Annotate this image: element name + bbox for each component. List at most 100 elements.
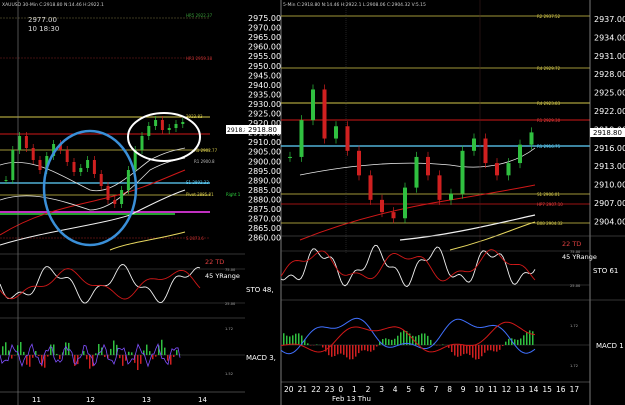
macd-bar bbox=[89, 355, 91, 369]
macd-bar bbox=[119, 355, 121, 359]
candle-body bbox=[24, 136, 28, 148]
macd-bar bbox=[283, 333, 285, 345]
macd-bar bbox=[152, 355, 154, 360]
middle-price-tag-text: 2918.80 bbox=[248, 126, 277, 134]
macd-bar bbox=[176, 350, 178, 355]
macd-bar bbox=[451, 345, 453, 352]
x-tick-label: 12 bbox=[86, 396, 95, 404]
right-header-text: 5-Min C:2918.80 N:14.46 H:2922.1 L:2908.… bbox=[283, 2, 426, 8]
candle-body bbox=[167, 128, 171, 130]
x-tick-label: 14 bbox=[198, 396, 207, 404]
candle-body bbox=[38, 160, 42, 170]
macd-bar bbox=[412, 335, 414, 345]
price-tick-label: 2955.00 bbox=[248, 52, 281, 61]
candle-body bbox=[154, 120, 158, 126]
candle-body bbox=[414, 156, 419, 188]
macd-bar bbox=[478, 345, 480, 360]
macd-bar bbox=[388, 339, 390, 345]
level-label: S1 2906.01 bbox=[537, 192, 560, 197]
macd-bar bbox=[128, 351, 130, 355]
macd-bar bbox=[517, 339, 519, 345]
candle-body bbox=[357, 150, 361, 176]
candle-body bbox=[31, 148, 35, 160]
x-tick-label: 0 bbox=[338, 385, 343, 394]
macd-bar bbox=[38, 355, 40, 356]
x-tick-label: 17 bbox=[570, 385, 580, 394]
level-label: S1 2892.33 bbox=[186, 180, 209, 185]
x-tick-label: 13 bbox=[515, 385, 525, 394]
level-label: HR3 2959.38 bbox=[186, 56, 213, 61]
candle-body bbox=[126, 170, 130, 190]
macd-bar bbox=[80, 354, 82, 355]
candle-body bbox=[65, 150, 69, 162]
macd-level-lower: 1.72 bbox=[570, 364, 578, 368]
level-label: R1 2916.75 bbox=[537, 144, 561, 149]
moving-average-red bbox=[299, 184, 536, 241]
macd-bar bbox=[110, 348, 112, 355]
price-tick-label: 2913.00 bbox=[594, 162, 625, 171]
macd-bar bbox=[424, 333, 426, 345]
macd-bar bbox=[523, 335, 525, 345]
candle-body bbox=[437, 175, 442, 200]
macd-bar bbox=[149, 351, 151, 355]
right-chart-panel[interactable]: 5-Min C:2918.80 N:14.46 H:2922.1 L:2908.… bbox=[280, 0, 625, 405]
macd-bar bbox=[526, 331, 528, 345]
x-tick-label: 14 bbox=[529, 385, 539, 394]
price-tick-label: 2880.00 bbox=[248, 195, 281, 204]
candle-body bbox=[18, 136, 22, 150]
td-label: 22 TD bbox=[205, 258, 224, 266]
price-tick-label: 2860.00 bbox=[248, 234, 281, 243]
price-tick-label: 2925.00 bbox=[248, 110, 281, 119]
right-x-tick-labels: 20 21 22 23 0 1 2 3 4 5 6 7 8 9 10 11 12 13 14 15 16 17 bbox=[284, 385, 579, 394]
sto-level-25: 25.00 bbox=[570, 284, 581, 288]
candle-body bbox=[380, 199, 384, 213]
price-tick-label: 2865.00 bbox=[248, 224, 281, 233]
x-tick-label: 23 bbox=[325, 385, 335, 394]
x-tick-label: 13 bbox=[142, 396, 151, 404]
macd-bar bbox=[520, 338, 522, 345]
price-tick-label: 2895.00 bbox=[248, 167, 281, 176]
macd-bar bbox=[340, 345, 342, 354]
left-cursor-time: 10 18:30 bbox=[28, 25, 59, 33]
candle-body bbox=[483, 138, 488, 164]
macd-bar bbox=[161, 339, 163, 355]
middle-price-axis[interactable]: 2975.002970.002965.002960.002955.002950.… bbox=[245, 0, 282, 405]
date-label: Feb 13 Thu bbox=[332, 395, 371, 403]
x-tick-label: 5 bbox=[406, 385, 411, 394]
candle-body bbox=[403, 187, 407, 219]
macd-bar bbox=[95, 353, 97, 355]
macd-bar bbox=[370, 345, 372, 352]
macd-bar bbox=[343, 345, 345, 355]
level-label: R2 2937.52 bbox=[537, 14, 561, 19]
macd-bar bbox=[29, 355, 31, 367]
sto-level-75: 75.00 bbox=[570, 250, 581, 254]
candle-body bbox=[120, 190, 124, 204]
right-price-tag-text: 2918.80 bbox=[593, 129, 622, 137]
candle-body bbox=[4, 180, 8, 181]
macd-bar bbox=[50, 344, 52, 355]
x-tick-label: 7 bbox=[434, 385, 439, 394]
yrange-label: 45 YRange bbox=[562, 253, 597, 261]
left-price-pane[interactable] bbox=[0, 0, 245, 254]
candle-body bbox=[345, 126, 350, 151]
macd-level-upper: 1.72 bbox=[225, 327, 233, 331]
level-label: R1 2900.8 bbox=[194, 159, 215, 164]
sto-label: STO 48, bbox=[246, 286, 274, 294]
candle-body bbox=[181, 122, 185, 124]
macd-bar bbox=[355, 345, 357, 357]
macd-bar bbox=[400, 332, 402, 345]
macd-bar bbox=[164, 347, 166, 355]
price-tick-label: 2940.00 bbox=[248, 81, 281, 90]
macd-bar bbox=[44, 355, 46, 368]
price-tick-label: 2910.00 bbox=[248, 138, 281, 147]
macd-bar bbox=[65, 342, 67, 355]
macd-bar bbox=[430, 339, 432, 345]
macd-bar bbox=[5, 342, 7, 355]
candle-body bbox=[86, 160, 90, 168]
sto-k-line bbox=[0, 264, 201, 304]
left-chart-panel[interactable]: XAUUSD 30-Min C:2918.80 N:14.46 H:2922.1… bbox=[0, 0, 276, 405]
macd-bar bbox=[295, 333, 297, 345]
macd-bar bbox=[56, 353, 58, 355]
macd-bar bbox=[472, 345, 474, 358]
macd-bar bbox=[364, 345, 366, 351]
